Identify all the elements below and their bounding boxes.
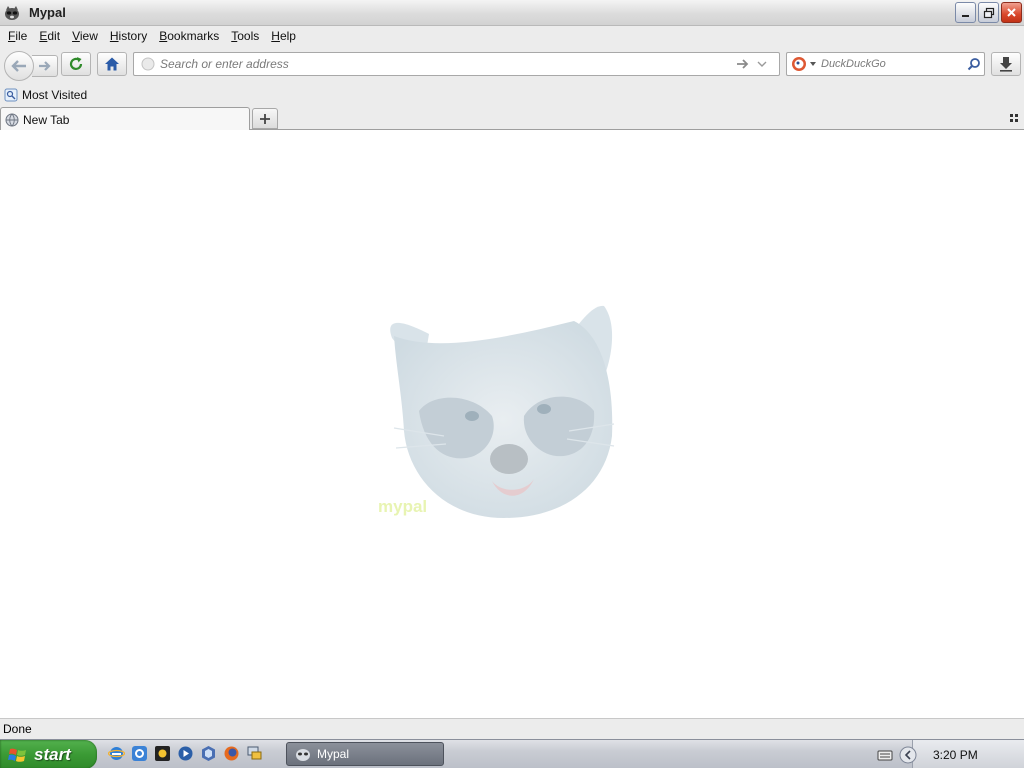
restore-button[interactable] xyxy=(978,2,999,23)
tab-strip: New Tab xyxy=(0,106,1024,131)
go-arrow-icon[interactable] xyxy=(736,58,750,70)
window-controls xyxy=(955,2,1022,23)
mypal-logo-text: mypal xyxy=(378,497,427,516)
mypal-task-icon xyxy=(296,749,310,761)
start-label: start xyxy=(34,744,71,764)
quick-launch xyxy=(108,745,263,762)
firefox-icon[interactable] xyxy=(223,745,240,762)
status-text: Done xyxy=(3,722,32,736)
bookmarks-toolbar: Most Visited xyxy=(0,84,1024,106)
downloads-button[interactable] xyxy=(991,52,1021,76)
internet-explorer-icon[interactable] xyxy=(108,745,125,762)
menu-bookmarks[interactable]: Bookmarks xyxy=(153,26,225,46)
window-title: Mypal xyxy=(29,5,66,20)
search-bar[interactable] xyxy=(786,52,985,76)
clock[interactable]: 3:20 PM xyxy=(933,748,978,762)
network-icon[interactable] xyxy=(246,745,263,762)
url-bar[interactable] xyxy=(133,52,780,76)
forward-button[interactable] xyxy=(32,55,58,77)
home-button[interactable] xyxy=(97,52,127,76)
duckduckgo-engine-icon[interactable] xyxy=(791,56,807,72)
tab-new-tab[interactable]: New Tab xyxy=(0,107,250,131)
os-taskbar: start Mypal 3:20 PM xyxy=(0,739,1024,768)
back-forward-group xyxy=(4,51,58,81)
navigation-toolbar xyxy=(0,46,1024,84)
search-icon[interactable] xyxy=(967,57,981,71)
plus-icon xyxy=(260,113,270,124)
globe-icon xyxy=(5,113,19,126)
menu-view[interactable]: View xyxy=(66,26,104,46)
reload-icon xyxy=(69,57,83,70)
play-icon[interactable] xyxy=(177,745,194,762)
system-tray: 3:20 PM xyxy=(877,740,1024,768)
menu-tools[interactable]: Tools xyxy=(225,26,265,46)
bookmarks-folder-icon xyxy=(4,88,18,102)
search-input[interactable] xyxy=(821,58,957,70)
browser-icon[interactable] xyxy=(131,745,148,762)
reload-button[interactable] xyxy=(61,52,91,76)
home-icon xyxy=(105,57,119,71)
download-arrow-icon xyxy=(1000,57,1012,72)
tray-expand-icon[interactable] xyxy=(899,746,917,764)
page-identity-icon xyxy=(141,57,155,71)
back-button[interactable] xyxy=(4,51,34,81)
minimize-button[interactable] xyxy=(955,2,976,23)
tab-label: New Tab xyxy=(23,112,70,127)
menu-file[interactable]: File xyxy=(2,26,33,46)
menu-bar: File Edit View History Bookmarks Tools H… xyxy=(0,26,1024,46)
forward-arrow-icon xyxy=(38,61,51,71)
mypal-app-icon xyxy=(4,5,20,21)
close-icon xyxy=(1007,8,1016,17)
page-content: mypal xyxy=(0,130,1024,718)
vpn-icon[interactable] xyxy=(200,745,217,762)
menu-help[interactable]: Help xyxy=(265,26,302,46)
url-input[interactable] xyxy=(160,57,730,71)
windows-logo-icon xyxy=(8,748,26,762)
mypal-raccoon-logo: mypal xyxy=(378,305,615,518)
engine-dropdown-icon[interactable] xyxy=(809,61,817,67)
url-history-dropdown-icon[interactable] xyxy=(756,59,768,69)
new-tab-button[interactable] xyxy=(252,108,278,129)
close-button[interactable] xyxy=(1001,2,1022,23)
tab-list-grid-icon[interactable] xyxy=(1008,112,1020,124)
keyboard-icon[interactable] xyxy=(877,748,893,762)
taskbar-mypal-button[interactable]: Mypal xyxy=(286,742,444,766)
menu-history[interactable]: History xyxy=(104,26,153,46)
start-button[interactable]: start xyxy=(0,740,97,768)
status-bar: Done xyxy=(0,718,1024,739)
media-icon[interactable] xyxy=(154,745,171,762)
minimize-icon xyxy=(961,14,969,17)
bookmark-most-visited[interactable]: Most Visited xyxy=(22,88,87,102)
taskbar-mypal-label: Mypal xyxy=(317,747,350,761)
back-arrow-icon xyxy=(11,60,26,72)
menu-edit[interactable]: Edit xyxy=(33,26,66,46)
window-titlebar[interactable]: Mypal xyxy=(0,0,1024,26)
restore-icon xyxy=(983,7,994,18)
